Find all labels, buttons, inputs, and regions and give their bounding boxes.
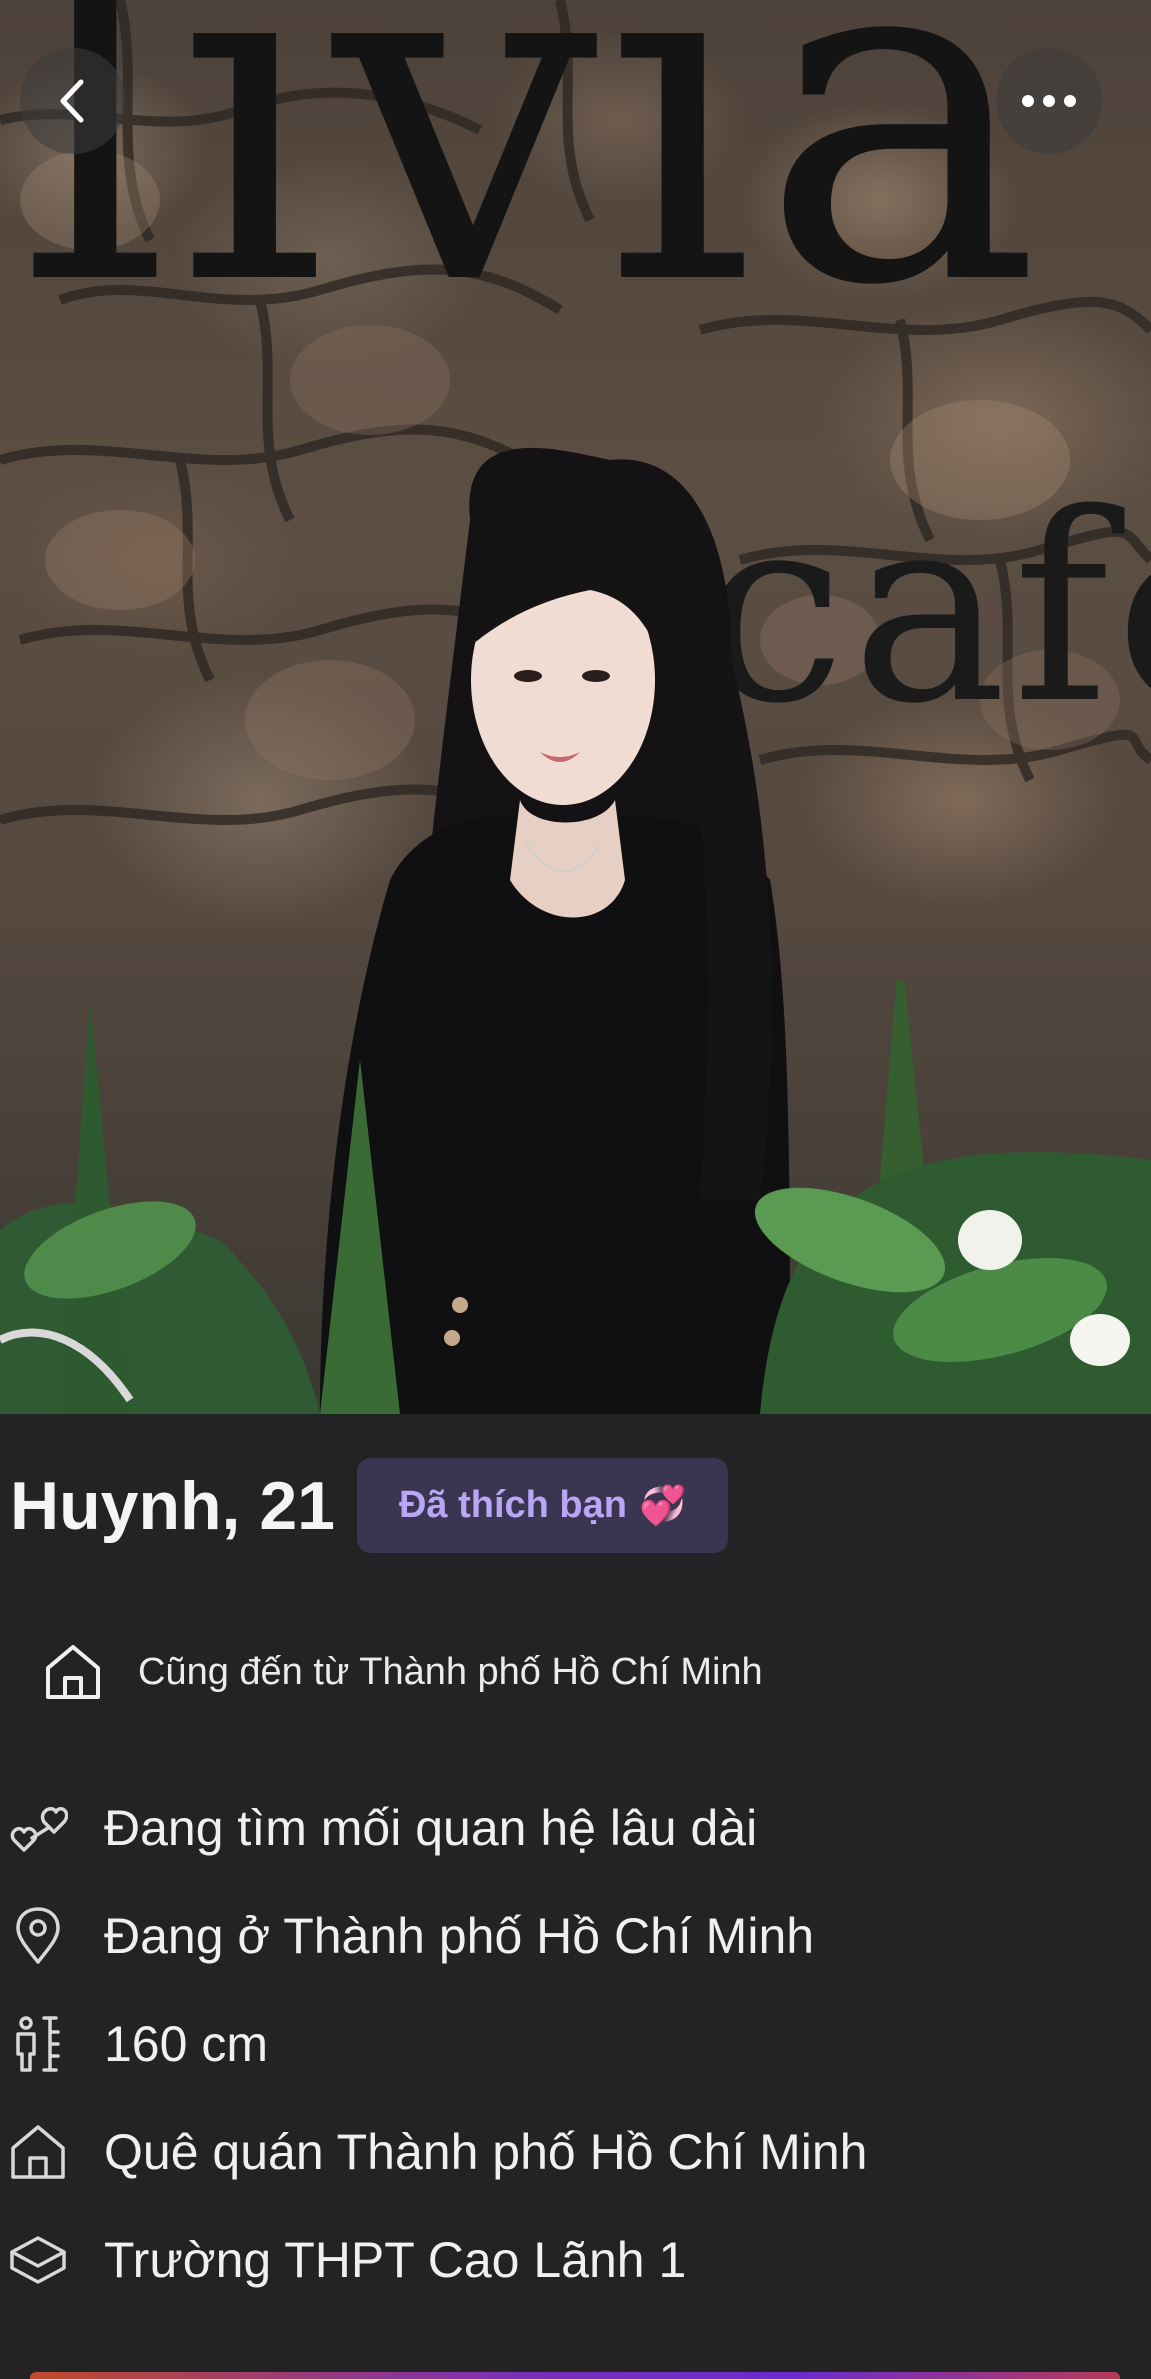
hearts-icon (10, 1807, 68, 1852)
detail-text-location: Đang ở Thành phố Hồ Chí Minh (104, 1908, 815, 1964)
height-icon (16, 2016, 60, 2072)
home-icon (11, 2125, 65, 2179)
profile-page: livia café (0, 0, 1151, 2379)
detail-text-height: 160 cm (104, 2016, 268, 2072)
detail-row-relationship: Đang tìm mối quan hệ lâu dài (8, 1793, 757, 1863)
detail-row-hometown: Quê quán Thành phố Hồ Chí Minh (8, 2117, 867, 2187)
detail-row-location: Đang ở Thành phố Hồ Chí Minh (8, 1901, 814, 1971)
detail-text-relationship: Đang tìm mối quan hệ lâu dài (104, 1800, 758, 1856)
home-icon (46, 1645, 100, 1699)
more-options-button[interactable] (996, 48, 1102, 154)
shared-hometown-row: Cũng đến từ Thành phố Hồ Chí Minh (44, 1632, 763, 1712)
plants-foreground (0, 980, 1151, 1414)
liked-you-label: Đã thích bạn (398, 1484, 627, 1526)
back-button[interactable] (20, 48, 126, 154)
profile-name-age: Huynh, 21 (10, 1467, 335, 1544)
detail-row-school: Trường THPT Cao Lãnh 1 (8, 2225, 686, 2295)
profile-photo[interactable]: livia café (0, 0, 1151, 1414)
shared-hometown-text: Cũng đến từ Thành phố Hồ Chí Minh (138, 1650, 763, 1693)
detail-text-hometown: Quê quán Thành phố Hồ Chí Minh (104, 2124, 868, 2180)
detail-text-school: Trường THPT Cao Lãnh 1 (104, 2232, 687, 2288)
name-row: Huynh, 21 Đã thích bạn 💞 (10, 1458, 729, 1553)
detail-row-height: 160 cm (8, 2009, 268, 2079)
chevron-left-icon (60, 79, 84, 123)
liked-you-badge: Đã thích bạn 💞 (356, 1458, 729, 1553)
graduation-cap-icon (10, 2236, 66, 2284)
next-card-edge (30, 2372, 1120, 2379)
revolving-hearts-icon: 💞 (639, 1484, 687, 1527)
location-pin-icon (16, 1907, 60, 1964)
more-dots-icon (1022, 95, 1076, 107)
